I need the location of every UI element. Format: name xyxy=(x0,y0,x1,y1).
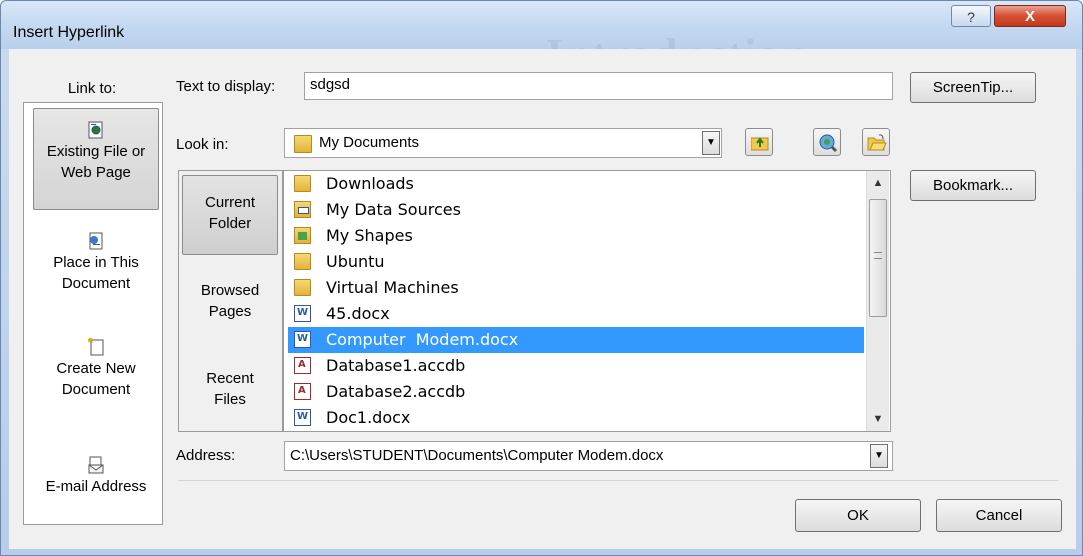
list-item[interactable]: Database1.accdb xyxy=(288,353,864,379)
word-document-icon xyxy=(294,331,311,348)
close-button[interactable]: X xyxy=(994,5,1066,27)
place-browsed-line1: Browsed xyxy=(200,282,260,299)
list-item[interactable]: My Data Sources xyxy=(288,197,864,223)
place-current-folder[interactable]: Current Folder xyxy=(182,175,278,255)
browse-web-button[interactable] xyxy=(813,128,841,156)
existing-file-icon xyxy=(88,121,104,139)
place-browsed-pages[interactable]: Browsed Pages xyxy=(182,280,278,322)
link-place-in-document[interactable]: Place in This Document xyxy=(33,232,159,294)
title-bar: Introduction Insert Hyperlink ? X xyxy=(1,1,1082,79)
place-recent-line1: Recent xyxy=(206,370,254,387)
email-address-icon xyxy=(88,456,104,474)
bookmark-button[interactable]: Bookmark... xyxy=(910,170,1036,201)
text-to-display-input[interactable]: sdgsd xyxy=(304,72,893,100)
link-email-address[interactable]: E-mail Address xyxy=(33,456,159,497)
list-item[interactable]: Virtual Machines xyxy=(288,275,864,301)
list-item[interactable]: Downloads xyxy=(288,171,864,197)
word-document-icon xyxy=(294,305,311,322)
link-create-line2: Document xyxy=(61,381,131,398)
scroll-thumb[interactable] xyxy=(869,199,887,317)
link-create-line1: Create New xyxy=(56,360,136,377)
help-button[interactable]: ? xyxy=(951,5,991,27)
access-database-icon xyxy=(294,357,311,374)
data-sources-icon xyxy=(294,201,311,218)
place-recent-files[interactable]: Recent Files xyxy=(182,368,278,410)
look-in-dropdown-arrow[interactable]: ▼ xyxy=(702,131,720,155)
look-in-label: Look in: xyxy=(176,136,229,153)
file-list-scrollbar[interactable]: ▲ ▼ xyxy=(866,171,889,431)
link-existing-file-line2: Web Page xyxy=(61,164,131,181)
link-to-label: Link to: xyxy=(67,80,117,97)
address-label: Address: xyxy=(176,447,236,464)
screentip-button[interactable]: ScreenTip... xyxy=(910,72,1036,103)
scroll-down-icon[interactable]: ▼ xyxy=(867,409,889,429)
link-email-line1: E-mail Address xyxy=(45,478,147,495)
folder-icon xyxy=(294,279,311,296)
word-document-icon xyxy=(294,409,311,426)
divider xyxy=(178,480,1058,481)
folder-icon xyxy=(294,175,311,192)
browse-web-icon xyxy=(818,133,838,158)
scroll-up-icon[interactable]: ▲ xyxy=(867,173,889,193)
place-current-line1: Current xyxy=(204,194,256,211)
list-item-selected[interactable]: Computer Modem.docx xyxy=(288,327,864,353)
up-one-folder-icon xyxy=(750,135,769,156)
link-existing-file-line1: Existing File or xyxy=(46,143,146,160)
list-item[interactable]: Database2.accdb xyxy=(288,379,864,405)
place-browsed-line2: Pages xyxy=(208,303,252,320)
browse-file-button[interactable] xyxy=(862,128,890,156)
cancel-button[interactable]: Cancel xyxy=(936,499,1062,532)
text-to-display-label: Text to display: xyxy=(176,78,276,95)
up-one-folder-button[interactable] xyxy=(745,128,773,156)
address-dropdown-arrow[interactable]: ▼ xyxy=(870,444,888,468)
link-place-line2: Document xyxy=(61,275,131,292)
list-item[interactable]: Ubuntu xyxy=(288,249,864,275)
link-place-line1: Place in This xyxy=(53,254,139,271)
place-in-document-icon xyxy=(88,232,104,250)
dialog-title: Insert Hyperlink xyxy=(13,24,125,41)
folder-icon xyxy=(294,135,312,153)
place-recent-line2: Files xyxy=(214,391,246,408)
access-database-icon xyxy=(294,383,311,400)
place-current-line2: Folder xyxy=(208,215,252,232)
look-in-value: My Documents xyxy=(319,134,420,151)
file-list[interactable]: Downloads My Data Sources My Shapes Ubun… xyxy=(283,170,891,432)
scroll-grip-icon xyxy=(874,252,882,259)
ok-button[interactable]: OK xyxy=(795,499,921,532)
list-item[interactable]: Doc1.docx xyxy=(288,405,864,431)
list-item[interactable]: My Shapes xyxy=(288,223,864,249)
look-in-select[interactable]: My Documents xyxy=(284,128,722,158)
link-existing-file[interactable]: Existing File or Web Page xyxy=(33,108,159,210)
link-create-new-document[interactable]: Create New Document xyxy=(33,337,159,400)
address-input[interactable]: C:\Users\STUDENT\Documents\Computer Mode… xyxy=(284,441,893,471)
create-new-document-icon xyxy=(87,337,104,356)
folder-icon xyxy=(294,253,311,270)
browse-file-icon xyxy=(867,134,887,157)
list-item[interactable]: 45.docx xyxy=(288,301,864,327)
shapes-icon xyxy=(294,227,311,244)
